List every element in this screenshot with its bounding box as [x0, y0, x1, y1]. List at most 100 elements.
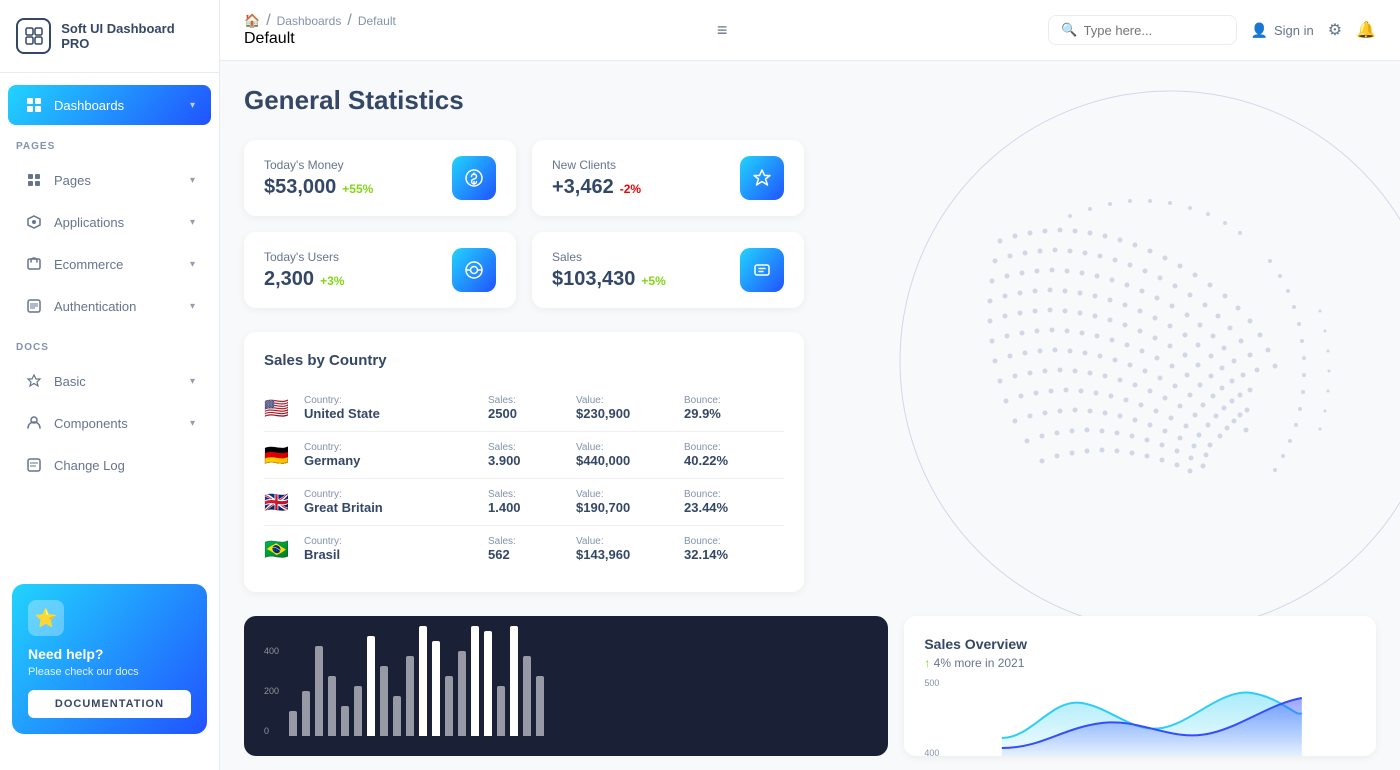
stat-label-clients: New Clients — [552, 158, 641, 172]
country-info: Country: Germany — [304, 442, 480, 468]
stat-label-sales: Sales — [552, 250, 666, 264]
breadcrumb: 🏠 / Dashboards / Default — [244, 12, 396, 30]
sidebar-item-pages[interactable]: Pages ▾ — [8, 160, 211, 200]
country-info: Country: United State — [304, 395, 480, 421]
stat-info-clients: New Clients +3,462 -2% — [552, 158, 641, 199]
stat-change-sales: +5% — [641, 274, 665, 288]
stat-card-sales: Sales $103,430 +5% — [532, 232, 804, 308]
country-row: 🇺🇸 Country: United State Sales: 2500 Val… — [264, 385, 784, 432]
settings-icon[interactable]: ⚙ — [1328, 20, 1342, 40]
applications-icon — [24, 212, 44, 232]
sidebar-item-components[interactable]: Components ▾ — [8, 403, 211, 443]
sales-overview-title: Sales Overview — [924, 636, 1356, 652]
changelog-icon — [24, 455, 44, 475]
money-icon — [452, 156, 496, 200]
bar-item — [432, 641, 440, 736]
country-flag: 🇺🇸 — [264, 396, 296, 421]
bar-item — [341, 706, 349, 736]
bar-item — [419, 626, 427, 736]
components-label: Components — [54, 416, 128, 431]
country-flag: 🇬🇧 — [264, 490, 296, 515]
page-subtitle: Default — [244, 30, 396, 48]
stat-change-money: +55% — [342, 182, 373, 196]
basic-arrow: ▾ — [190, 376, 195, 387]
stat-card-money: Today's Money $53,000 +55% — [244, 140, 516, 216]
bar-item — [510, 626, 518, 736]
sidebar-item-changelog[interactable]: Change Log — [8, 445, 211, 485]
bar-item — [328, 676, 336, 736]
sidebar-item-authentication[interactable]: Authentication ▾ — [8, 286, 211, 326]
stats-grid: Today's Money $53,000 +55% — [244, 140, 804, 308]
wave-y-labels: 500 400 — [924, 678, 939, 756]
bar-item — [380, 666, 388, 736]
bar-item — [289, 711, 297, 736]
bar-item — [471, 626, 479, 736]
breadcrumb-dashboards[interactable]: Dashboards — [277, 14, 342, 28]
sales-overview-card: Sales Overview ↑ 4% more in 2021 500 400 — [904, 616, 1376, 756]
country-flag: 🇧🇷 — [264, 537, 296, 562]
country-row: 🇬🇧 Country: Great Britain Sales: 1.400 V… — [264, 479, 784, 526]
search-input[interactable] — [1084, 23, 1224, 38]
documentation-button[interactable]: DOCUMENTATION — [28, 690, 191, 718]
pages-icon — [24, 170, 44, 190]
bar-item — [315, 646, 323, 736]
sidebar-item-ecommerce[interactable]: Ecommerce ▾ — [8, 244, 211, 284]
stat-value-clients: +3,462 — [552, 176, 614, 199]
hamburger-icon[interactable]: ≡ — [709, 16, 736, 45]
stat-info-users: Today's Users 2,300 +3% — [264, 250, 344, 291]
breadcrumb-default[interactable]: Default — [358, 14, 396, 28]
sign-in-button[interactable]: 👤 Sign in — [1251, 22, 1314, 39]
dashboards-label: Dashboards — [54, 98, 124, 113]
bar-item — [393, 696, 401, 736]
bar-item — [406, 656, 414, 736]
bar-item — [458, 651, 466, 736]
sidebar-nav: Dashboards ▾ PAGES Pages ▾ — [0, 73, 219, 568]
bar-item — [497, 686, 505, 736]
pages-arrow: ▾ — [190, 175, 195, 186]
changelog-label: Change Log — [54, 458, 125, 473]
dashboards-icon — [24, 95, 44, 115]
home-icon: 🏠 — [244, 13, 260, 29]
authentication-arrow: ▾ — [190, 301, 195, 312]
sidebar-item-applications[interactable]: Applications ▾ — [8, 202, 211, 242]
topbar-left: 🏠 / Dashboards / Default Default — [244, 12, 396, 48]
sidebar: Soft UI Dashboard PRO Dashboards ▾ PAGES — [0, 0, 220, 770]
country-table: 🇺🇸 Country: United State Sales: 2500 Val… — [264, 385, 784, 572]
stat-info-sales: Sales $103,430 +5% — [552, 250, 666, 291]
bar-item — [367, 636, 375, 736]
country-row: 🇩🇪 Country: Germany Sales: 3.900 Value: … — [264, 432, 784, 479]
bar-chart-card: 400 200 0 — [244, 616, 888, 756]
topbar: 🏠 / Dashboards / Default Default ≡ 🔍 👤 S… — [220, 0, 1400, 61]
stat-label-money: Today's Money — [264, 158, 373, 172]
stat-info-money: Today's Money $53,000 +55% — [264, 158, 373, 199]
bar-item — [484, 631, 492, 736]
search-box[interactable]: 🔍 — [1048, 15, 1236, 45]
components-icon — [24, 413, 44, 433]
sales-overview-subtitle: ↑ 4% more in 2021 — [924, 656, 1356, 670]
pages-section-label: PAGES — [0, 127, 219, 158]
stat-card-clients: New Clients +3,462 -2% — [532, 140, 804, 216]
content-inner: General Statistics Today's Money $53,000… — [244, 85, 1376, 756]
stat-label-users: Today's Users — [264, 250, 344, 264]
pages-label: Pages — [54, 173, 91, 188]
sidebar-item-basic[interactable]: Basic ▾ — [8, 361, 211, 401]
logo-text: Soft UI Dashboard PRO — [61, 21, 203, 51]
help-title: Need help? — [28, 646, 191, 662]
authentication-icon — [24, 296, 44, 316]
stat-value-money: $53,000 — [264, 176, 336, 199]
users-icon — [452, 248, 496, 292]
bar-item — [445, 676, 453, 736]
sidebar-item-dashboards[interactable]: Dashboards ▾ — [8, 85, 211, 125]
sidebar-logo: Soft UI Dashboard PRO — [0, 0, 219, 73]
up-arrow-icon: ↑ — [924, 656, 930, 670]
bar-y-0: 0 — [264, 726, 279, 736]
stat-change-clients: -2% — [620, 182, 641, 196]
bar-item — [302, 691, 310, 736]
sales-by-country-card: Sales by Country 🇺🇸 Country: United Stat… — [244, 332, 804, 592]
sales-by-country-title: Sales by Country — [264, 352, 784, 369]
country-info: Country: Brasil — [304, 536, 480, 562]
logo-icon — [16, 18, 51, 54]
stat-card-users: Today's Users 2,300 +3% — [244, 232, 516, 308]
notifications-icon[interactable]: 🔔 — [1356, 20, 1376, 40]
components-arrow: ▾ — [190, 418, 195, 429]
